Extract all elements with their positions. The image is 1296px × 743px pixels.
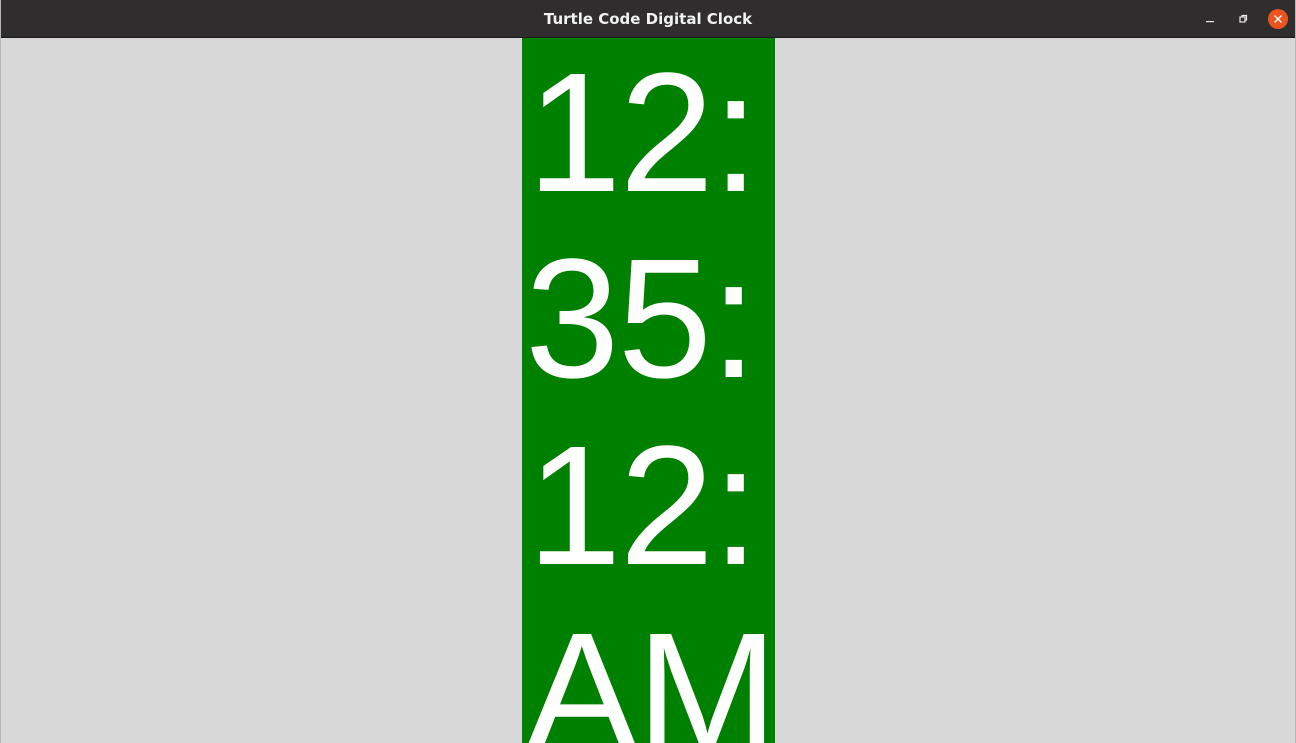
app-window: Turtle Code Digital Clock 12: 35: 12: AM xyxy=(0,0,1296,743)
close-button[interactable] xyxy=(1268,9,1288,29)
minimize-icon xyxy=(1206,21,1214,23)
clock-meridiem: AM xyxy=(525,598,775,743)
clock-minutes: 35: xyxy=(525,224,757,414)
window-titlebar[interactable]: Turtle Code Digital Clock xyxy=(1,0,1295,38)
minimize-button[interactable] xyxy=(1200,9,1220,29)
clock-panel: 12: 35: 12: AM xyxy=(522,38,775,743)
window-title: Turtle Code Digital Clock xyxy=(543,10,753,28)
restore-icon xyxy=(1239,14,1248,23)
clock-seconds: 12: xyxy=(527,411,759,601)
maximize-button[interactable] xyxy=(1233,9,1253,29)
clock-hours: 12: xyxy=(527,38,759,228)
turtle-canvas: 12: 35: 12: AM xyxy=(1,38,1295,743)
close-icon xyxy=(1274,15,1282,23)
